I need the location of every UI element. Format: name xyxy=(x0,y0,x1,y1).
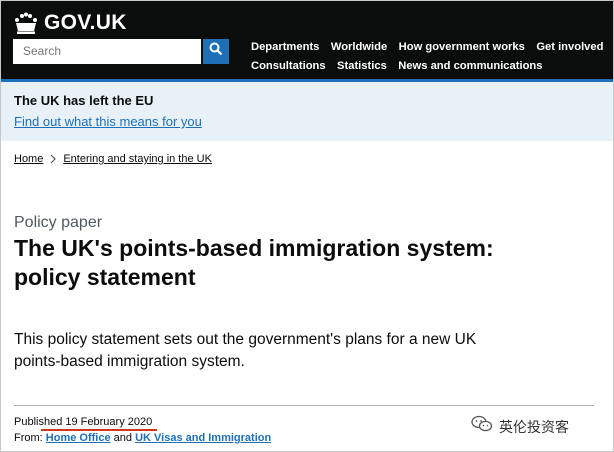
section-divider xyxy=(14,405,594,406)
from-metadata: From: Home Office and UK Visas and Immig… xyxy=(14,432,271,444)
browser-page: GOV.UK Departments Worldwide How governm… xyxy=(0,0,614,452)
chevron-right-icon xyxy=(50,154,57,164)
logo-text: GOV.UK xyxy=(44,11,127,34)
crown-icon xyxy=(13,12,39,34)
wechat-icon xyxy=(471,415,493,438)
banner-title: The UK has left the EU xyxy=(14,93,154,108)
document-type: Policy paper xyxy=(14,214,103,231)
red-underline-annotation xyxy=(41,429,157,431)
nav-get-involved[interactable]: Get involved xyxy=(536,39,603,56)
published-metadata: Published 19 February 2020 xyxy=(14,416,152,428)
nav-departments[interactable]: Departments xyxy=(251,39,319,56)
org-link-ukvi[interactable]: UK Visas and Immigration xyxy=(135,432,271,444)
published-date: 19 February 2020 xyxy=(65,416,153,428)
banner-link[interactable]: Find out what this means for you xyxy=(14,114,202,129)
document-summary: This policy statement sets out the gover… xyxy=(14,331,477,370)
nav-worldwide[interactable]: Worldwide xyxy=(331,39,387,56)
from-label: From: xyxy=(14,432,43,444)
header-navigation: Departments Worldwide How government wor… xyxy=(251,37,611,75)
breadcrumb-entering-and-staying[interactable]: Entering and staying in the UK xyxy=(63,153,212,165)
page-title: The UK's points-based immigration system… xyxy=(14,235,494,290)
published-label: Published xyxy=(14,416,63,428)
search-input[interactable] xyxy=(13,39,201,64)
search-icon xyxy=(209,42,223,61)
eu-exit-banner: The UK has left the EU Find out what thi… xyxy=(1,82,613,141)
nav-consultations[interactable]: Consultations xyxy=(251,58,326,75)
breadcrumb: Home Entering and staying in the UK xyxy=(14,153,212,165)
watermark-text: 英伦投资客 xyxy=(499,418,569,435)
breadcrumb-home[interactable]: Home xyxy=(14,153,43,165)
govuk-logo[interactable]: GOV.UK xyxy=(13,10,127,36)
search-form xyxy=(13,39,229,64)
govuk-header: GOV.UK Departments Worldwide How governm… xyxy=(1,1,613,79)
from-joiner: and xyxy=(113,432,133,444)
nav-news-and-communications[interactable]: News and communications xyxy=(398,58,542,75)
nav-statistics[interactable]: Statistics xyxy=(337,58,387,75)
search-button[interactable] xyxy=(203,39,229,64)
wechat-watermark: 英伦投资客 xyxy=(471,415,569,438)
org-link-home-office[interactable]: Home Office xyxy=(46,432,111,444)
nav-how-government-works[interactable]: How government works xyxy=(399,39,525,56)
